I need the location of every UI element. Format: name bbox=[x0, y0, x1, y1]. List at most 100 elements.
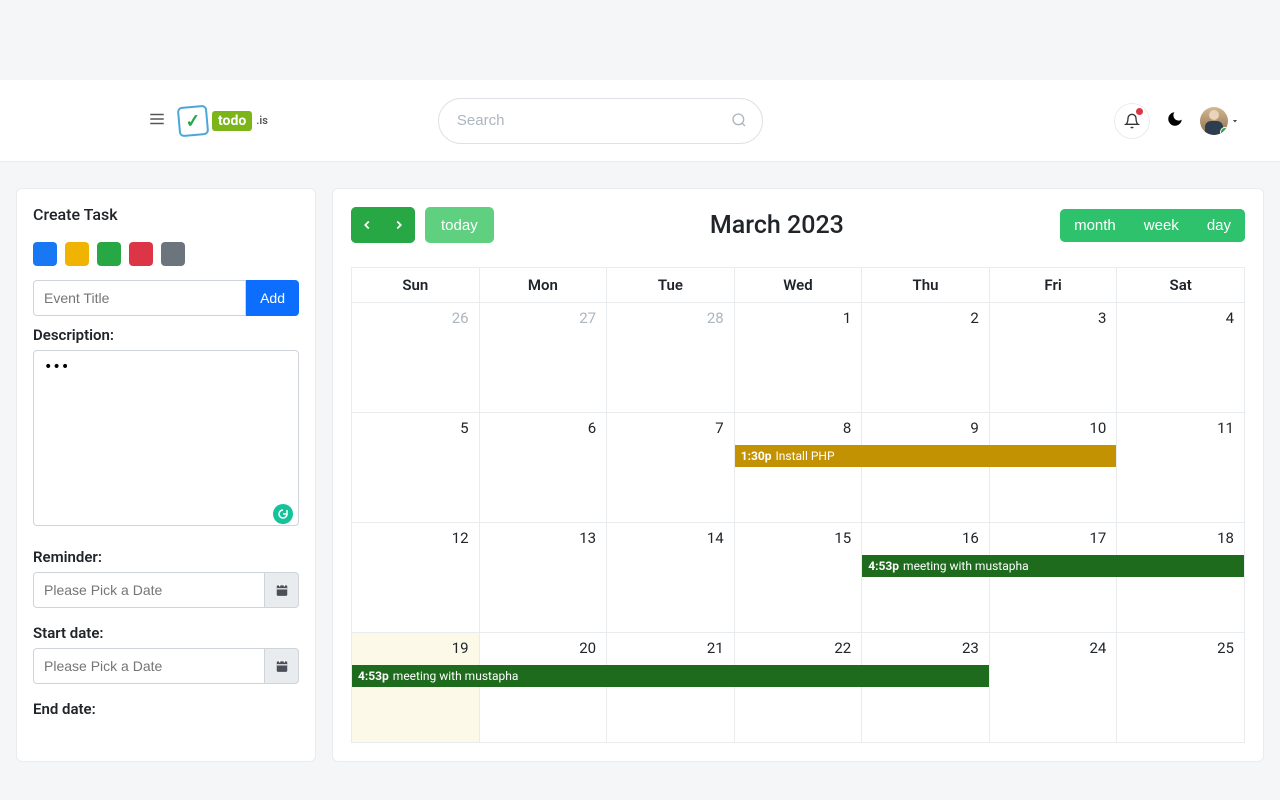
day-number: 13 bbox=[579, 529, 596, 547]
day-cell[interactable]: 2 bbox=[862, 303, 990, 413]
day-number: 23 bbox=[962, 639, 979, 657]
day-number: 21 bbox=[707, 639, 724, 657]
day-number: 1 bbox=[843, 309, 851, 327]
event-title-input[interactable] bbox=[33, 280, 246, 316]
day-cell[interactable]: 6 bbox=[479, 413, 607, 523]
color-swatch-4[interactable] bbox=[161, 242, 185, 266]
chevron-left-icon bbox=[360, 218, 374, 232]
day-number: 19 bbox=[452, 639, 469, 657]
day-cell[interactable]: 18 bbox=[1117, 523, 1245, 633]
reminder-picker-button[interactable] bbox=[265, 572, 299, 608]
day-number: 17 bbox=[1090, 529, 1107, 547]
day-number: 7 bbox=[715, 419, 723, 437]
color-swatch-3[interactable] bbox=[129, 242, 153, 266]
day-cell[interactable]: 27 bbox=[479, 303, 607, 413]
grammarly-icon[interactable] bbox=[273, 504, 293, 524]
next-button[interactable] bbox=[383, 207, 415, 243]
day-number: 24 bbox=[1090, 639, 1107, 657]
day-number: 22 bbox=[834, 639, 851, 657]
day-cell[interactable]: 24 bbox=[989, 633, 1117, 743]
event-time: 4:53p bbox=[358, 669, 389, 683]
day-cell[interactable]: 5 bbox=[352, 413, 480, 523]
notifications-button[interactable] bbox=[1114, 103, 1150, 139]
event-title: meeting with mustapha bbox=[903, 559, 1029, 573]
day-number: 3 bbox=[1098, 309, 1106, 327]
add-button[interactable]: Add bbox=[246, 280, 299, 316]
color-swatch-1[interactable] bbox=[65, 242, 89, 266]
day-cell[interactable]: 194:53pmeeting with mustapha bbox=[352, 633, 480, 743]
day-cell[interactable]: 26 bbox=[352, 303, 480, 413]
today-button[interactable]: today bbox=[425, 207, 494, 243]
day-cell[interactable]: 9 bbox=[862, 413, 990, 523]
calendar-panel: today March 2023 month week day SunMonTu… bbox=[332, 188, 1264, 762]
event-time: 1:30p bbox=[741, 449, 772, 463]
description-input[interactable] bbox=[33, 350, 299, 526]
enddate-label: End date: bbox=[33, 700, 299, 718]
day-number: 5 bbox=[460, 419, 468, 437]
startdate-input[interactable] bbox=[33, 648, 265, 684]
day-cell[interactable]: 1 bbox=[734, 303, 862, 413]
day-number: 27 bbox=[579, 309, 596, 327]
day-cell[interactable]: 13 bbox=[479, 523, 607, 633]
day-number: 26 bbox=[452, 309, 469, 327]
calendar-event[interactable]: 1:30pInstall PHP bbox=[735, 445, 1117, 467]
day-cell[interactable]: 15 bbox=[734, 523, 862, 633]
calendar-icon bbox=[275, 659, 289, 673]
weekday-header: Thu bbox=[862, 268, 990, 303]
day-cell[interactable]: 20 bbox=[479, 633, 607, 743]
color-swatch-2[interactable] bbox=[97, 242, 121, 266]
day-cell[interactable]: 25 bbox=[1117, 633, 1245, 743]
weekday-header: Sat bbox=[1117, 268, 1245, 303]
event-title: meeting with mustapha bbox=[393, 669, 519, 683]
logo[interactable]: todo .is bbox=[178, 106, 268, 136]
calendar-event[interactable]: 4:53pmeeting with mustapha bbox=[862, 555, 1244, 577]
search-input[interactable] bbox=[438, 98, 763, 144]
prev-button[interactable] bbox=[351, 207, 383, 243]
description-label: Description: bbox=[33, 326, 299, 344]
day-cell[interactable]: 12 bbox=[352, 523, 480, 633]
day-cell[interactable]: 3 bbox=[989, 303, 1117, 413]
day-cell[interactable]: 14 bbox=[607, 523, 735, 633]
day-number: 25 bbox=[1217, 639, 1234, 657]
calendar-event[interactable]: 4:53p meeting with mustapha bbox=[352, 665, 989, 687]
day-number: 11 bbox=[1217, 419, 1234, 437]
day-cell[interactable]: 164:53pmeeting with mustapha bbox=[862, 523, 990, 633]
user-menu[interactable] bbox=[1200, 107, 1240, 135]
reminder-input[interactable] bbox=[33, 572, 265, 608]
day-cell[interactable]: 10 bbox=[989, 413, 1117, 523]
day-cell[interactable]: 4 bbox=[1117, 303, 1245, 413]
search-icon bbox=[731, 112, 747, 132]
caret-down-icon bbox=[1230, 111, 1240, 130]
view-month[interactable]: month bbox=[1060, 209, 1130, 242]
create-task-panel: Create Task Add Description: Reminder: S… bbox=[16, 188, 316, 762]
view-week[interactable]: week bbox=[1130, 209, 1193, 242]
day-number: 2 bbox=[970, 309, 978, 327]
weekday-header: Wed bbox=[734, 268, 862, 303]
day-cell[interactable]: 22 bbox=[734, 633, 862, 743]
menu-toggle[interactable] bbox=[148, 110, 168, 132]
day-number: 9 bbox=[970, 419, 978, 437]
day-number: 8 bbox=[843, 419, 851, 437]
notification-dot bbox=[1136, 108, 1143, 115]
dark-mode-toggle[interactable] bbox=[1166, 110, 1184, 132]
view-day[interactable]: day bbox=[1193, 209, 1245, 242]
chevron-right-icon bbox=[392, 218, 406, 232]
day-cell[interactable]: 23 bbox=[862, 633, 990, 743]
day-cell[interactable]: 81:30pInstall PHP bbox=[734, 413, 862, 523]
day-number: 18 bbox=[1217, 529, 1234, 547]
day-cell[interactable]: 11 bbox=[1117, 413, 1245, 523]
startdate-label: Start date: bbox=[33, 624, 299, 642]
day-cell[interactable]: 28 bbox=[607, 303, 735, 413]
reminder-label: Reminder: bbox=[33, 548, 299, 566]
avatar bbox=[1200, 107, 1228, 135]
startdate-picker-button[interactable] bbox=[265, 648, 299, 684]
logo-icon bbox=[177, 104, 210, 137]
bell-icon bbox=[1124, 113, 1140, 129]
day-number: 14 bbox=[707, 529, 724, 547]
day-cell[interactable]: 21 bbox=[607, 633, 735, 743]
day-cell[interactable]: 7 bbox=[607, 413, 735, 523]
weekday-header: Sun bbox=[352, 268, 480, 303]
color-swatch-0[interactable] bbox=[33, 242, 57, 266]
day-cell[interactable]: 17 bbox=[989, 523, 1117, 633]
day-number: 12 bbox=[452, 529, 469, 547]
